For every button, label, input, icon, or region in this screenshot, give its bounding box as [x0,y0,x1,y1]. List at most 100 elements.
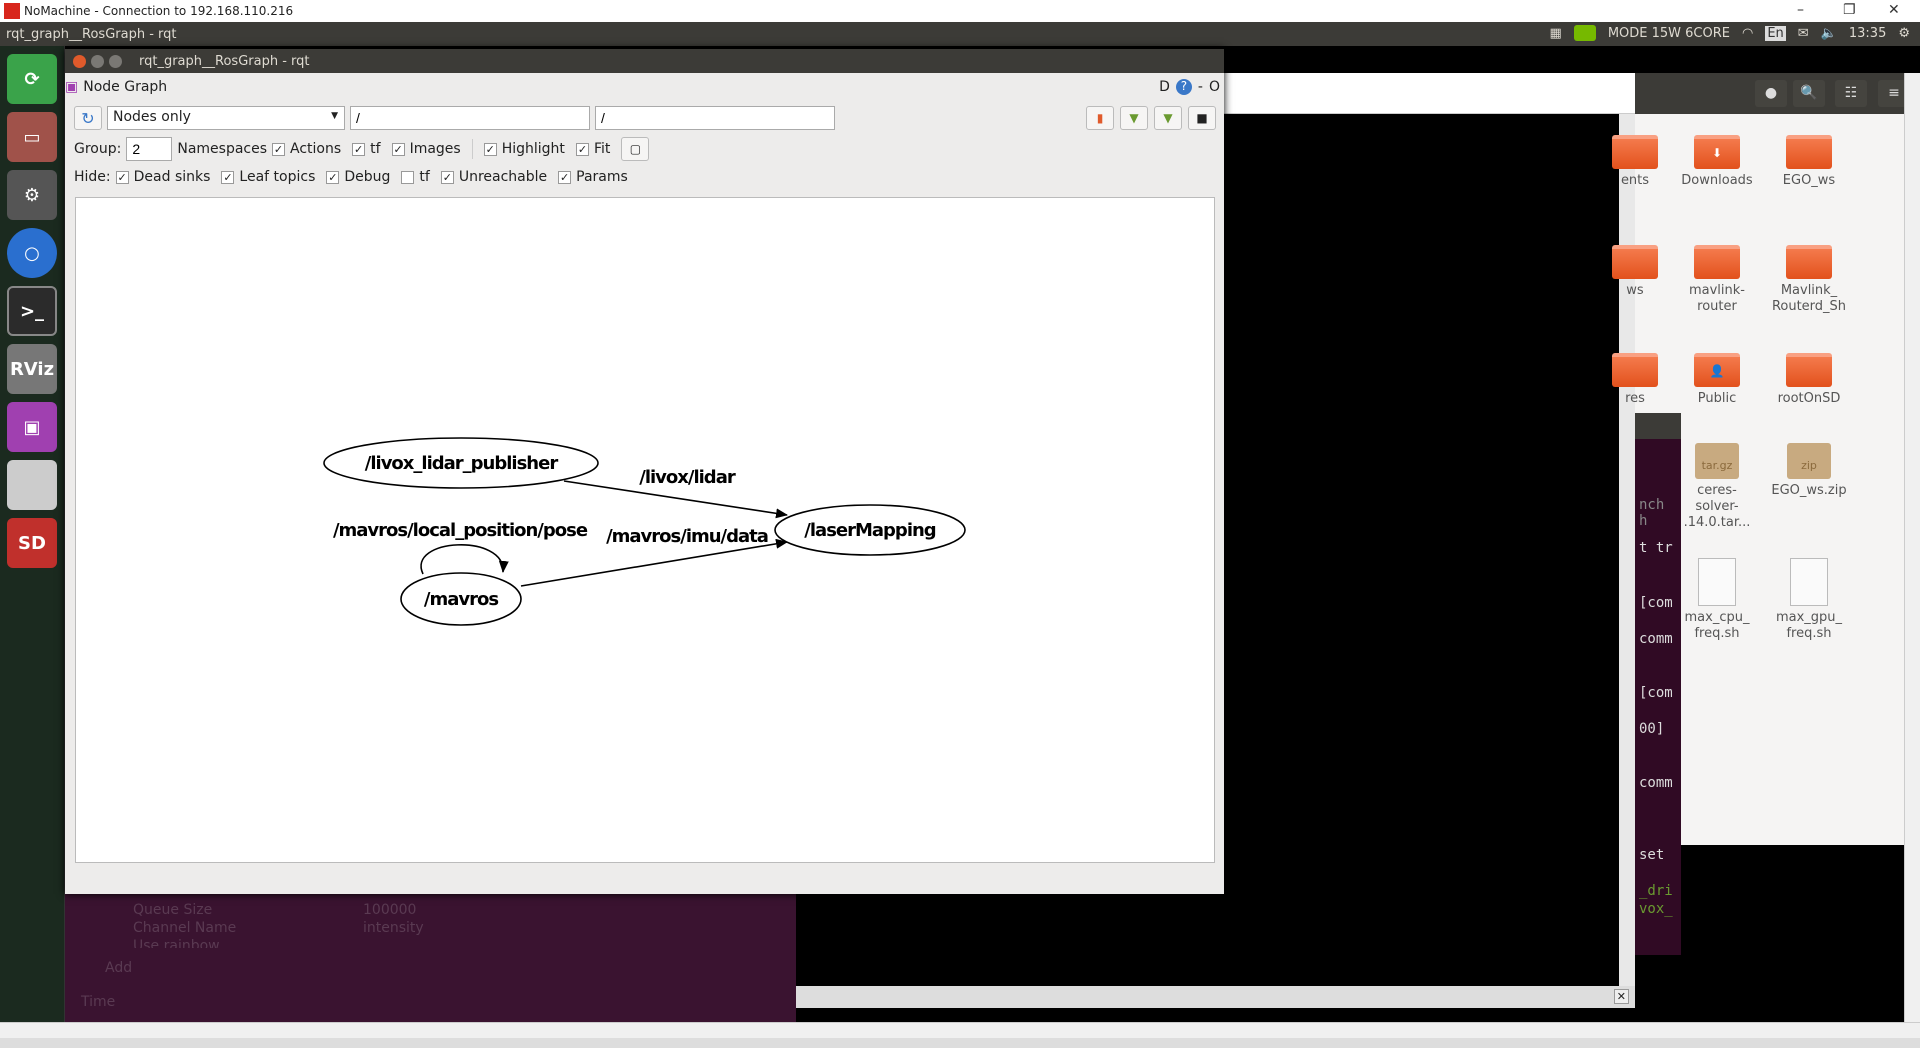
sd-card-icon[interactable]: SD [7,518,57,568]
rqt-icon[interactable]: ▣ [7,402,57,452]
file-item[interactable]: Mavlink_ Routerd_Sh [1759,245,1859,315]
hide-tf-checkbox[interactable] [401,170,415,184]
nvidia-icon[interactable] [1573,25,1596,41]
topic-filter-input[interactable] [595,106,835,130]
search-icon[interactable]: 🔍 [1793,80,1825,107]
graph-svg: /livox_lidar_publisher /laserMapping /ma… [323,437,966,626]
actions-checkbox[interactable]: ✓ [272,142,286,156]
files-icon[interactable]: ▭ [7,112,57,162]
file-item[interactable]: ⬇ Downloads [1667,135,1767,189]
rqt-window: rqt_graph__RosGraph - rqt ▣ Node Graph D… [65,49,1224,894]
debug-checkbox[interactable]: ✓ [326,170,340,184]
background-window-header [1224,73,1635,114]
node-label: /mavros [424,589,498,610]
scrollbar[interactable] [1904,73,1920,1022]
terminal-line: [com [1639,685,1673,701]
active-app-title: rqt_graph__RosGraph - rqt [6,26,177,42]
plugin-header: ▣ Node Graph [65,79,167,95]
minimize-icon[interactable] [91,54,104,68]
maximize-icon[interactable] [109,54,122,68]
actions-label: Actions [290,141,342,157]
record-icon[interactable]: ● [1755,80,1787,107]
close-panel-icon[interactable]: ✕ [1613,989,1629,1004]
node-filter-input[interactable] [350,106,590,130]
save-dot-icon[interactable]: ▼ [1120,106,1148,130]
add-button[interactable]: Add [105,960,132,976]
restore-icon[interactable]: ❐ [1843,2,1856,18]
images-checkbox[interactable]: ✓ [391,142,405,156]
dead-sinks-checkbox[interactable]: ✓ [115,170,129,184]
images-label: Images [409,141,461,157]
save-image-icon[interactable]: ■ [1188,106,1216,130]
close-icon[interactable]: ✕ [1888,2,1900,18]
dock-button[interactable]: D [1159,79,1170,95]
file-item[interactable]: max_cpu_ freq.sh [1667,558,1767,642]
rviz-icon[interactable]: RViz [7,344,57,394]
nomachine-logo [4,3,20,19]
edge-mavros-self-loop[interactable] [420,544,509,575]
keyboard-icon[interactable]: ▦ [1550,26,1562,41]
file-item[interactable]: rootOnSD [1759,353,1859,407]
plugin-controls: D ? - O [1159,79,1220,95]
gear-icon[interactable]: ⚙ [1898,26,1910,41]
hide-row: Hide: ✓ Dead sinks ✓ Leaf topics ✓ Debug tf… [74,169,628,185]
highlight-checkbox[interactable]: ✓ [483,142,497,156]
language-indicator[interactable]: En [1765,25,1786,41]
save-svg-icon[interactable]: ▼ [1154,106,1182,130]
unreachable-label: Unreachable [458,169,548,185]
fit-view-icon[interactable]: ▢ [621,137,650,161]
terminal-line: comm [1639,775,1673,791]
tf-checkbox[interactable]: ✓ [352,142,366,156]
edge-label: /mavros/local_position/pose [333,520,588,541]
terminal-title: nch h [1639,497,1665,529]
clock[interactable]: 13:35 [1849,26,1886,41]
mode-select[interactable]: Nodes only ▼ [107,106,345,130]
file-item[interactable]: zip EGO_ws.zip [1759,443,1859,499]
terminal-line: comm [1639,631,1673,647]
settings-icon[interactable]: ⚙ [7,170,57,220]
params-checkbox[interactable]: ✓ [558,170,572,184]
mail-icon[interactable]: ✉ [1798,26,1809,41]
file-item[interactable]: max_gpu_ freq.sh [1759,558,1859,642]
file-item[interactable]: EGO_ws [1759,135,1859,189]
prop-name: Use rainbow [133,938,220,948]
nomachine-title: NoMachine - Connection to 192.168.110.21… [24,4,294,18]
namespaces-label: Namespaces [177,141,268,157]
hide-tf-label: tf [419,169,430,185]
close-icon[interactable] [73,54,86,68]
divider [471,139,473,159]
node-label: /livox_lidar_publisher [365,453,559,474]
fit-checkbox[interactable]: ✓ [575,142,589,156]
launcher: ⟳ ▭ ⚙ ○ >_ RViz ▣ SD [0,46,65,1022]
unreachable-checkbox[interactable]: ✓ [440,170,454,184]
drive-icon[interactable] [7,460,57,510]
params-label: Params [576,169,628,185]
nomachine-titlebar: NoMachine - Connection to 192.168.110.21… [0,0,1920,22]
terminal-line: t tr [1639,540,1673,556]
file-item[interactable]: 👤 Public [1667,353,1767,407]
graph-canvas[interactable]: /livox_lidar_publisher /laserMapping /ma… [75,197,1215,863]
leaf-topics-checkbox[interactable]: ✓ [221,170,235,184]
chromium-icon[interactable]: ○ [7,228,57,278]
group-spinbox[interactable] [126,137,173,161]
terminal-line: _dri [1639,883,1673,899]
bottom-scrollbar[interactable] [0,1022,1920,1038]
wifi-icon[interactable]: ◠ [1742,26,1753,41]
close-plugin-button[interactable]: O [1209,79,1220,95]
refresh-icon[interactable]: ↻ [74,106,102,130]
dead-sinks-label: Dead sinks [133,169,211,185]
minimize-plugin-button[interactable]: - [1198,79,1203,95]
terminal-line: [com [1639,595,1673,611]
edge-mavros-imu[interactable] [520,538,788,587]
load-dot-icon[interactable]: ▮ [1086,106,1114,130]
minimize-icon[interactable]: – [1797,2,1804,18]
list-view-icon[interactable]: ☷ [1835,80,1867,107]
file-item[interactable]: tar.gz ceres- solver- .14.0.tar... [1667,443,1767,531]
volume-icon[interactable]: 🔈 [1821,26,1837,41]
help-icon[interactable]: ? [1175,79,1192,95]
power-mode[interactable]: MODE 15W 6CORE [1608,26,1730,41]
file-item[interactable]: mavlink- router [1667,245,1767,315]
ubuntu-icon[interactable]: ⟳ [7,54,57,104]
options-row: Group: Namespaces ✓ Actions ✓ tf ✓ Images ✓… [74,137,650,161]
terminal-icon[interactable]: >_ [7,286,57,336]
